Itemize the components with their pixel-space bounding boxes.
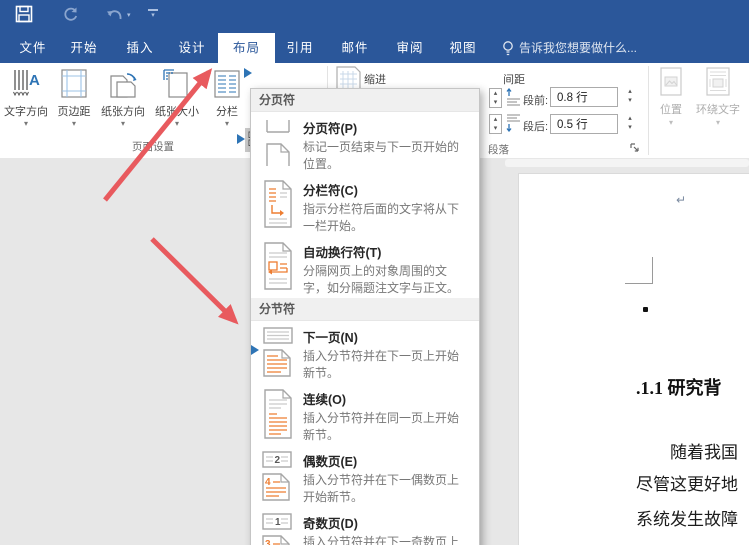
page-setup-group-label: 页面设置: [128, 139, 178, 154]
paper-size-button[interactable]: 纸张大小 ▾: [150, 65, 204, 131]
space-after-icon: [506, 114, 521, 132]
ribbon-tab-row: 文件 开始 插入 设计 布局 引用 邮件 审阅 视图 告诉我您想要做什么...: [0, 33, 749, 63]
svg-text:A: A: [29, 72, 40, 89]
text-direction-button[interactable]: A 文字方向 ▾: [2, 65, 50, 131]
save-icon[interactable]: [15, 5, 33, 23]
svg-text:2: 2: [275, 455, 281, 466]
space-before-input[interactable]: 0.8 行: [550, 87, 618, 107]
continuous-section-icon: [259, 388, 303, 445]
tab-file[interactable]: 文件: [10, 33, 56, 63]
chevron-down-icon: ▾: [98, 120, 148, 128]
svg-text:4: 4: [265, 477, 271, 488]
position-button[interactable]: 位置 ▾: [652, 65, 690, 127]
menu-item-column-break[interactable]: 分栏符(C) 指示分栏符后面的文字将从下一栏开始。: [251, 174, 479, 236]
chevron-down-icon: ▾: [652, 119, 690, 127]
blue-pointer-icon: [251, 345, 259, 355]
redo-icon[interactable]: [62, 6, 79, 23]
menu-item-odd-page[interactable]: 1 3 奇数页(D) 插入分节符并在下一奇数页上开始新节。: [251, 507, 479, 545]
svg-text:3: 3: [265, 539, 271, 545]
tab-layout[interactable]: 布局: [218, 33, 275, 63]
tab-mailings[interactable]: 邮件: [333, 33, 377, 63]
document-text-line: 随着我国: [670, 438, 738, 463]
chevron-down-icon: ▾: [52, 120, 96, 128]
margins-icon: [59, 68, 89, 100]
page-break-icon: [259, 117, 303, 174]
position-icon: [659, 67, 683, 97]
space-before-spinner[interactable]: ▴▾: [624, 87, 636, 107]
page-breaks-section-header: 分页符: [251, 89, 479, 112]
menu-item-next-page[interactable]: 下一页(N) 插入分节符并在下一页上开始新节。: [251, 321, 479, 383]
space-before-label: 段前:: [523, 92, 548, 108]
margin-corner-mark: [625, 257, 653, 284]
indent-label: 缩进: [364, 71, 386, 87]
section-breaks-section-header: 分节符: [251, 298, 479, 321]
chevron-down-icon: ▾: [150, 120, 204, 128]
menu-item-text-wrapping-break[interactable]: 自动换行符(T) 分隔网页上的对象周围的文字，如分隔题注文字与正文。: [251, 236, 479, 298]
space-before-icon: [506, 88, 521, 106]
orientation-icon: [107, 68, 139, 100]
paragraph-group-label: 段落: [488, 142, 509, 157]
chevron-down-icon: ▾: [206, 120, 248, 128]
tell-me-box[interactable]: 告诉我您想要做什么...: [519, 33, 637, 63]
spacing-label: 间距: [503, 71, 525, 87]
tab-review[interactable]: 审阅: [388, 33, 432, 63]
margins-button[interactable]: 页边距 ▾: [52, 65, 96, 131]
document-text-line: 尽管这更好地: [636, 470, 738, 495]
space-after-label: 段后:: [523, 118, 548, 134]
indent-left-spinner[interactable]: ▴▾: [489, 88, 502, 108]
orientation-button[interactable]: 纸张方向 ▾: [98, 65, 148, 131]
chevron-down-icon: ▾: [2, 120, 50, 128]
space-after-spinner[interactable]: ▴▾: [624, 114, 636, 134]
paragraph-mark: ↵: [676, 193, 686, 207]
breaks-dropdown-menu: 分页符 分页符(P) 标记一页结束与下一页开始的位置。: [250, 88, 480, 545]
tab-design[interactable]: 设计: [170, 33, 214, 63]
title-bar: ▾ ▾: [0, 0, 749, 33]
paper-size-icon: [162, 68, 192, 100]
undo-dropdown-icon[interactable]: ▾: [127, 11, 131, 19]
wrap-text-icon: [705, 67, 731, 97]
word-window: ▾ ▾ 文件 开始 插入 设计 布局 引用 邮件 审阅 视图 告诉我您想要做什么…: [0, 0, 749, 545]
document-text-line: 系统发生故障: [636, 505, 738, 530]
text-wrapping-break-icon: [259, 241, 303, 298]
paragraph-dialog-launcher-icon[interactable]: [630, 143, 640, 153]
undo-icon[interactable]: [106, 8, 124, 22]
columns-icon: [212, 68, 242, 100]
space-after-input[interactable]: 0.5 行: [550, 114, 618, 134]
document-top-strip: [505, 159, 749, 167]
menu-item-even-page[interactable]: 2 4 偶数页(E) 插入分节符并在下一偶数页上开始新节。: [251, 445, 479, 507]
menu-item-continuous[interactable]: 连续(O) 插入分节符并在同一页上开始新节。: [251, 383, 479, 445]
lightbulb-icon: [502, 40, 514, 57]
indent-right-spinner[interactable]: ▴▾: [489, 114, 502, 134]
column-break-icon: [259, 179, 303, 236]
tab-home[interactable]: 开始: [62, 33, 106, 63]
columns-button[interactable]: 分栏 ▾: [206, 65, 248, 131]
next-page-section-icon: [259, 326, 303, 383]
tab-references[interactable]: 引用: [278, 33, 322, 63]
bullet-mark: [643, 307, 648, 312]
even-page-section-icon: 2 4: [259, 450, 303, 507]
customize-qat-icon[interactable]: ▾: [148, 9, 158, 20]
chevron-down-icon: ▾: [692, 119, 744, 127]
svg-text:1: 1: [275, 517, 281, 528]
odd-page-section-icon: 1 3: [259, 512, 303, 545]
blue-pointer-icon: [237, 134, 245, 144]
text-direction-icon: A: [11, 68, 41, 100]
document-heading: .1.1 研究背: [636, 374, 722, 400]
menu-item-page-break[interactable]: 分页符(P) 标记一页结束与下一页开始的位置。: [251, 112, 479, 174]
blue-pointer-icon: [244, 68, 252, 78]
wrap-text-button[interactable]: 环绕文字 ▾: [692, 65, 744, 127]
tab-view[interactable]: 视图: [441, 33, 485, 63]
tab-insert[interactable]: 插入: [118, 33, 162, 63]
